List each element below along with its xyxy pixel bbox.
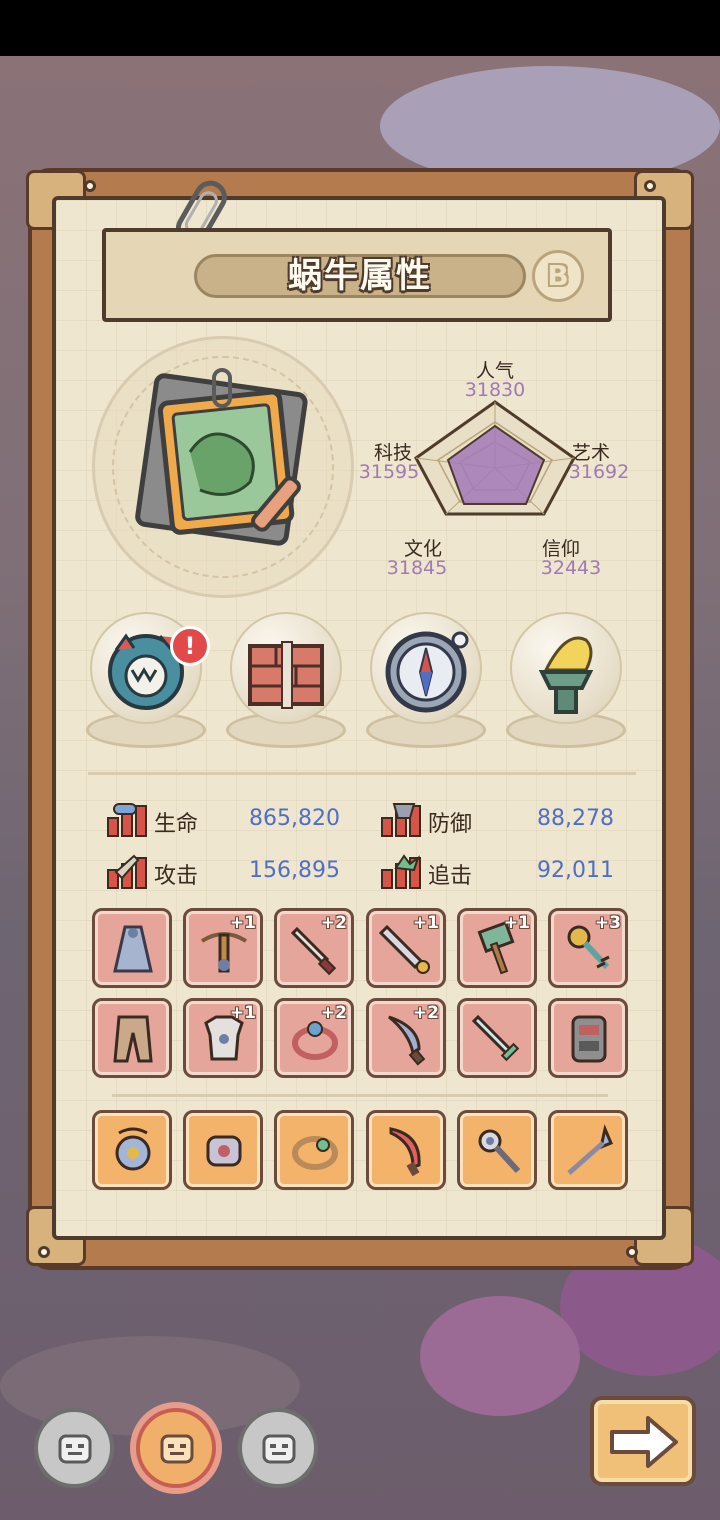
section-divider — [112, 1094, 608, 1097]
equip-slot-hammer[interactable]: +1 — [457, 908, 537, 988]
stat-label-attack: 攻击 — [154, 864, 199, 889]
equip-slot-sword[interactable]: +1 — [366, 908, 446, 988]
wand-icon — [478, 1129, 521, 1174]
stat-label-pursuit: 追击 — [428, 864, 473, 889]
status-bar — [0, 0, 720, 56]
stat-value-defense: 88,278 — [537, 806, 614, 831]
stat-label-health: 生命 — [154, 812, 199, 837]
bracelet-icon — [292, 1136, 338, 1170]
attr-value-art: 31692 — [568, 461, 630, 483]
enhance-level: +1 — [229, 913, 256, 933]
grade-badge[interactable]: B — [532, 250, 584, 302]
enhance-level: +3 — [594, 913, 621, 933]
attack-bar-icon — [107, 854, 147, 889]
enhance-level: +1 — [503, 913, 530, 933]
spear-icon — [567, 1124, 613, 1175]
accessory-slot-amulet[interactable] — [92, 1110, 172, 1190]
pants-icon — [113, 1015, 153, 1063]
equip-slot-key-staff[interactable]: +3 — [548, 908, 628, 988]
equip-slot-knife[interactable]: +2 — [366, 998, 446, 1078]
enhance-level: +2 — [412, 1003, 439, 1023]
curved-blade-icon — [389, 1127, 421, 1177]
stat-label-defense: 防御 — [428, 812, 473, 837]
attr-value-faith: 32443 — [540, 557, 602, 579]
character-tab-2[interactable] — [136, 1408, 216, 1488]
robot-face-icon — [58, 1434, 92, 1464]
relic-slot-2[interactable] — [226, 612, 346, 752]
shortsword-icon — [471, 1014, 520, 1062]
torch-icon — [538, 636, 594, 714]
accessory-slot-curved-blade[interactable] — [366, 1110, 446, 1190]
equip-slot-dagger[interactable]: +2 — [274, 908, 354, 988]
snail-card-icon — [135, 368, 308, 546]
pursuit-bar-icon — [381, 854, 421, 889]
attr-value-popularity: 31830 — [464, 379, 526, 401]
equip-slot-pants[interactable] — [92, 998, 172, 1078]
stat-value-health: 865,820 — [249, 806, 340, 831]
equip-slot-crossbow[interactable]: +1 — [183, 908, 263, 988]
equip-slot-tablet[interactable] — [548, 998, 628, 1078]
enhance-level: +2 — [320, 913, 347, 933]
enhance-level: +1 — [229, 1003, 256, 1023]
brick-stack-icon — [248, 641, 324, 709]
attr-value-culture: 31845 — [386, 557, 448, 579]
relic-slot-3[interactable] — [366, 612, 486, 752]
health-bar-icon — [107, 803, 147, 837]
accessory-slot-wand[interactable] — [457, 1110, 537, 1190]
cloak-icon — [113, 925, 153, 973]
stat-value-attack: 156,895 — [249, 858, 340, 883]
next-button[interactable] — [590, 1396, 696, 1486]
enhance-level: +1 — [412, 913, 439, 933]
robot-face-icon — [160, 1434, 194, 1464]
bracer-icon — [206, 1135, 242, 1167]
equip-slot-shortsword[interactable] — [457, 998, 537, 1078]
rivet — [644, 180, 656, 192]
attribute-radar-chart — [414, 400, 576, 516]
arrow-right-icon — [610, 1416, 678, 1468]
rivet — [38, 1246, 50, 1258]
accessory-slot-bracelet[interactable] — [274, 1110, 354, 1190]
stat-value-pursuit: 92,011 — [537, 858, 614, 883]
accessory-slot-bracer[interactable] — [183, 1110, 263, 1190]
section-divider — [88, 772, 636, 775]
character-tab-1[interactable] — [34, 1408, 114, 1488]
rivet — [84, 180, 96, 192]
alert-badge: ! — [170, 626, 210, 666]
equip-slot-ring[interactable]: +2 — [274, 998, 354, 1078]
attr-value-tech: 31595 — [358, 461, 420, 483]
tablet-icon — [571, 1015, 607, 1063]
compass-icon — [385, 631, 469, 713]
accessory-slot-spear[interactable] — [548, 1110, 628, 1190]
equip-slot-cloak[interactable] — [92, 908, 172, 988]
robot-face-icon — [262, 1434, 296, 1464]
enhance-level: +2 — [320, 1003, 347, 1023]
equip-slot-armor[interactable]: +1 — [183, 998, 263, 1078]
rivet — [626, 1246, 638, 1258]
character-tab-3[interactable] — [238, 1408, 318, 1488]
amulet-icon — [115, 1127, 151, 1171]
relic-slot-4[interactable] — [506, 612, 626, 752]
page-title: 蜗牛属性 — [288, 256, 432, 296]
defense-bar-icon — [381, 803, 421, 837]
